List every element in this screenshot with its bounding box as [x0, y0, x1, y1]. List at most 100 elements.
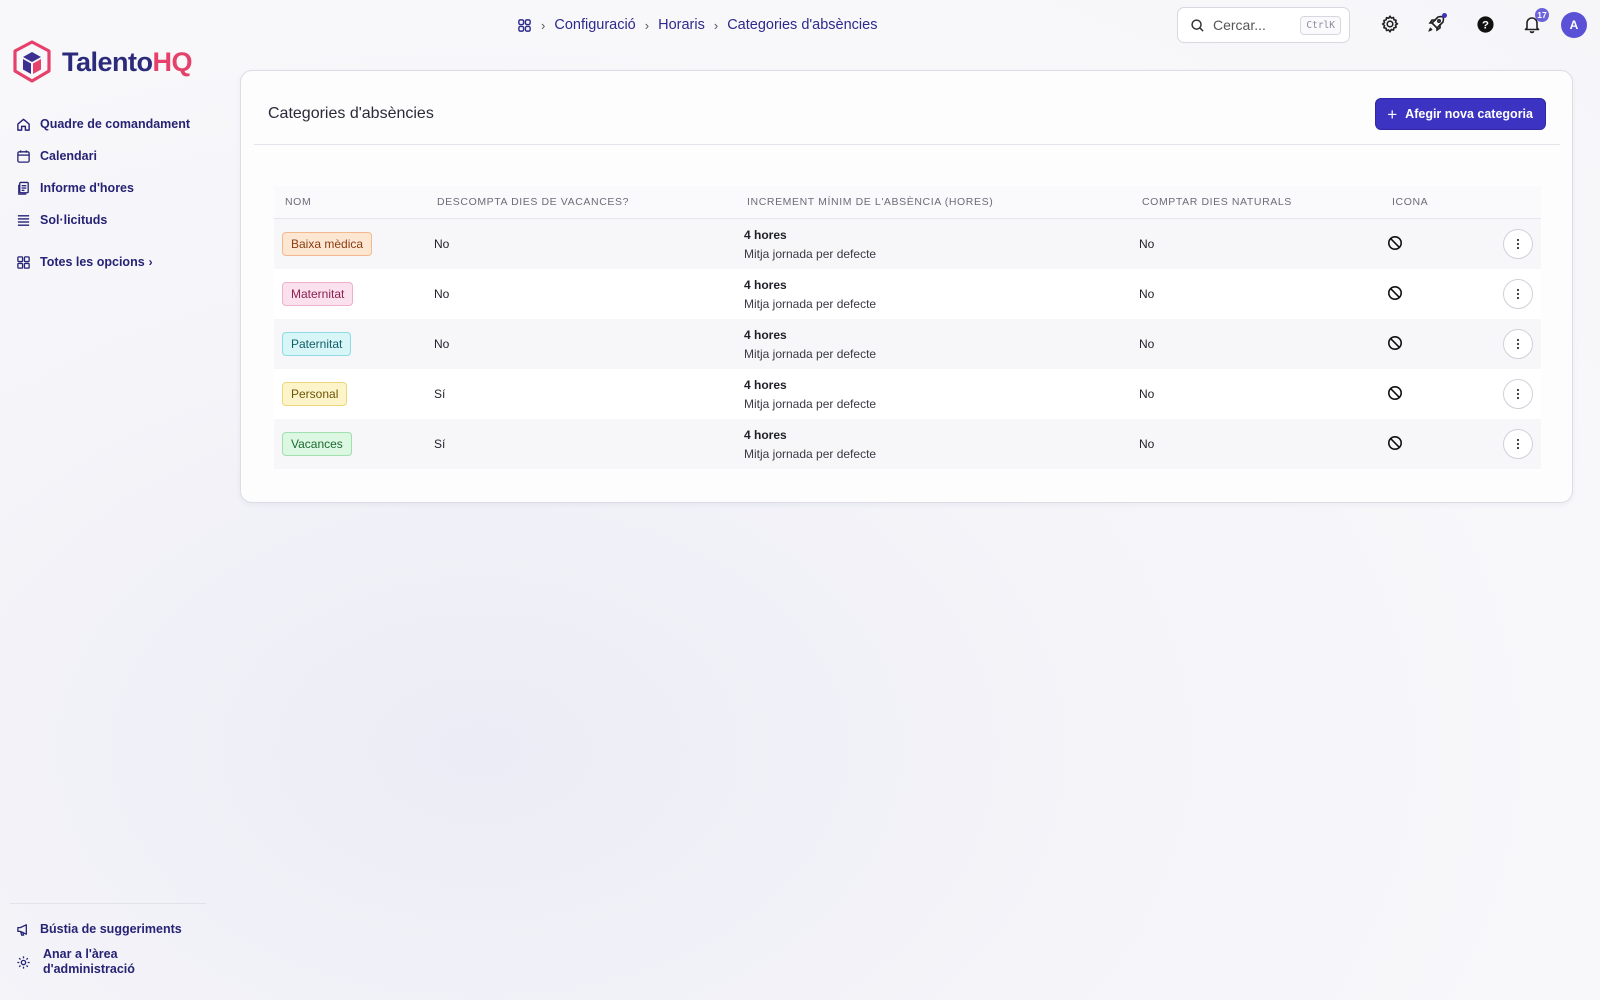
page-title: Categories d'absències [268, 105, 434, 122]
kebab-icon [1516, 388, 1519, 400]
increment-value: 4 hores [744, 377, 787, 392]
bell-icon[interactable]: 17 [1520, 8, 1549, 36]
chevron-right-icon: › [713, 17, 719, 33]
cell-natural-days: No [1139, 337, 1155, 351]
breadcrumb-horaris[interactable]: Horaris [658, 17, 705, 33]
category-tag[interactable]: Maternitat [282, 282, 354, 306]
breadcrumb: › Configuració › Horaris › Categories d'… [517, 14, 877, 36]
apps-grid-icon[interactable] [517, 18, 532, 33]
search-icon [1190, 18, 1205, 33]
sidebar-item-hours-report[interactable]: Informe d'hores [15, 172, 190, 204]
sidebar-item-admin[interactable]: Anar a l'àrea d'administració [15, 944, 182, 980]
kebab-icon [1516, 238, 1519, 250]
grid-icon [15, 254, 31, 270]
increment-note: Mitja jornada per defecte [744, 296, 877, 311]
sidebar-item-requests[interactable]: Sol·licituds [15, 204, 190, 236]
column-header-natural-days: COMPTAR DIES NATURALS [1142, 196, 1292, 208]
increment-note: Mitja jornada per defecte [744, 446, 877, 461]
cell-increment: 4 hores Mitja jornada per defecte [744, 328, 1139, 361]
column-header-icon: ICONA [1392, 196, 1429, 208]
kebab-icon [1516, 288, 1519, 300]
sidebar-item-label: Calendari [40, 149, 97, 163]
table-row: Maternitat No 4 hores Mitja jornada per … [274, 269, 1541, 319]
cell-name: Personal [274, 382, 434, 406]
sidebar-item-label: Bústia de suggeriments [40, 922, 182, 936]
rocket-dot-badge [1442, 13, 1447, 18]
add-category-button[interactable]: + Afegir nova categoria [1375, 98, 1546, 130]
row-actions-menu-button[interactable] [1502, 279, 1533, 309]
increment-note: Mitja jornada per defecte [744, 246, 877, 261]
sidebar-item-all-options[interactable]: Totes les opcions › [15, 246, 190, 278]
column-header-discount: DESCOMPTA DIES DE VACANCES? [437, 196, 630, 208]
no-entry-icon [1387, 235, 1403, 251]
no-entry-icon [1387, 285, 1403, 301]
cell-icon [1388, 435, 1494, 454]
table-row: Paternitat No 4 hores Mitja jornada per … [274, 319, 1541, 369]
breadcrumb-current: Categories d'absències [727, 17, 878, 33]
card-divider [254, 144, 1560, 145]
chevron-right-icon: › [148, 255, 153, 269]
search-shortcut-hint: CtrlK [1300, 15, 1341, 35]
megaphone-icon [15, 921, 31, 937]
row-actions-menu-button[interactable] [1502, 329, 1533, 359]
increment-note: Mitja jornada per defecte [744, 346, 877, 361]
cell-increment: 4 hores Mitja jornada per defecte [744, 428, 1139, 461]
chevron-right-icon: › [644, 17, 650, 33]
sidebar-item-calendar[interactable]: Calendari [15, 140, 190, 172]
home-icon [15, 116, 31, 132]
category-tag[interactable]: Paternitat [282, 332, 352, 356]
svg-text:?: ? [1482, 19, 1489, 31]
cell-natural-days: No [1139, 287, 1155, 301]
kebab-icon [1516, 438, 1519, 450]
calendar-icon [15, 148, 31, 164]
sidebar-nav: Quadre de comandament Calendari Informe … [15, 108, 190, 278]
column-header-name: NOM [285, 196, 312, 208]
cell-natural-days: No [1139, 387, 1155, 401]
avatar[interactable]: A [1561, 12, 1587, 38]
increment-value: 4 hores [744, 327, 787, 342]
sidebar-item-suggestions[interactable]: Bústia de suggeriments [15, 914, 182, 944]
breadcrumb-configuracio[interactable]: Configuració [554, 17, 635, 33]
admin-label-line2: d'administració [43, 962, 135, 976]
cell-discount: No [434, 287, 450, 301]
logo-text-part1: Talento [62, 46, 153, 77]
cell-natural-days: No [1139, 237, 1155, 251]
plus-icon: + [1387, 104, 1398, 124]
help-icon[interactable]: ? [1473, 12, 1497, 36]
row-actions-menu-button[interactable] [1502, 379, 1533, 409]
table-header: NOM DESCOMPTA DIES DE VACANCES? INCREMEN… [274, 186, 1541, 219]
search-input[interactable]: Cercar... CtrlK [1177, 7, 1350, 43]
increment-value: 4 hores [744, 227, 787, 242]
category-tag[interactable]: Baixa mèdica [282, 232, 373, 256]
row-actions-menu-button[interactable] [1502, 229, 1533, 259]
cell-icon [1387, 285, 1494, 304]
cell-name: Paternitat [274, 332, 434, 356]
cell-icon [1387, 235, 1494, 254]
cell-discount: No [434, 237, 450, 251]
cell-actions [1494, 329, 1541, 359]
rocket-icon[interactable] [1424, 12, 1448, 36]
sidebar-item-label: Informe d'hores [40, 181, 134, 195]
row-actions-menu-button[interactable] [1502, 429, 1533, 459]
category-tag[interactable]: Vacances [282, 432, 352, 456]
table-row: Vacances Sí 4 hores Mitja jornada per de… [274, 419, 1541, 469]
logo-text: TalentoHQ [62, 47, 192, 78]
no-entry-icon [1387, 385, 1403, 401]
cell-discount: Sí [434, 387, 446, 401]
column-header-increment: INCREMENT MÍNIM DE L'ABSÈNCIA (HORES) [747, 196, 994, 208]
category-tag[interactable]: Personal [282, 382, 348, 406]
categories-table: NOM DESCOMPTA DIES DE VACANCES? INCREMEN… [274, 186, 1541, 469]
sidebar-item-dashboard[interactable]: Quadre de comandament [15, 108, 190, 140]
settings-gear-icon[interactable] [1378, 12, 1402, 36]
add-category-button-label: Afegir nova categoria [1405, 107, 1533, 121]
chevron-right-icon: › [541, 17, 546, 33]
logo[interactable]: TalentoHQ [12, 40, 192, 84]
table-row: Baixa mèdica No 4 hores Mitja jornada pe… [274, 219, 1541, 269]
cell-name: Vacances [274, 432, 434, 456]
increment-value: 4 hores [744, 427, 787, 442]
cell-name: Maternitat [274, 282, 434, 306]
sidebar-item-label: Totes les opcions [40, 255, 145, 269]
logo-cube-icon [13, 40, 51, 83]
stack-icon [15, 212, 31, 228]
cell-name: Baixa mèdica [274, 232, 434, 256]
